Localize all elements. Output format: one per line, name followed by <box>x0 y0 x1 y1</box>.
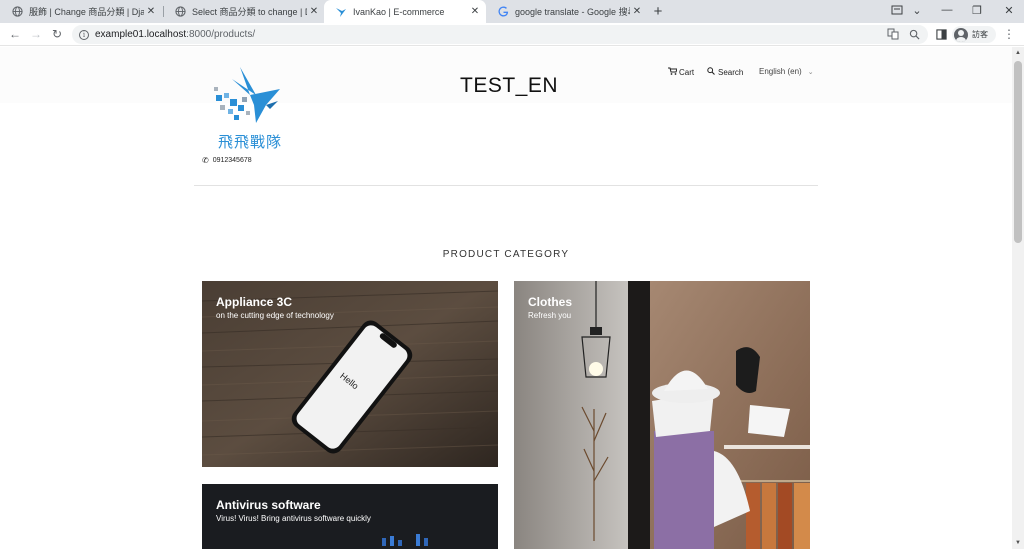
browser-tab-strip: 服飾 | Change 商品分類 | Django ✕ Select 商品分類 … <box>0 0 1024 23</box>
language-label: English (en) <box>759 67 802 76</box>
page-viewport: 飛飛戰隊 ✆ 0912345678 TEST_EN Cart Search En… <box>0 47 1012 549</box>
category-subtitle: Virus! Virus! Bring antivirus software q… <box>216 514 371 523</box>
search-label: Search <box>718 67 744 77</box>
translate-icon[interactable] <box>886 27 900 41</box>
site-logo[interactable]: 飛飛戰隊 <box>210 65 290 153</box>
tab-title: 服飾 | Change 商品分類 | Django <box>29 7 144 17</box>
category-card-appliance[interactable]: Hello Appliance 3C on the cutting edge o… <box>202 281 498 467</box>
header-divider <box>194 185 818 186</box>
url-path: :8000/products/ <box>186 29 256 40</box>
phone-icon: ✆ <box>202 156 209 165</box>
avatar-icon <box>954 27 968 42</box>
tab-title: google translate - Google 搜尋 <box>515 7 630 17</box>
search-icon <box>707 67 715 77</box>
scroll-down-arrow-icon[interactable]: ▼ <box>1012 537 1024 549</box>
scroll-up-arrow-icon[interactable]: ▲ <box>1012 47 1024 59</box>
minimize-icon[interactable]: — <box>932 0 962 20</box>
phone-contact: ✆ 0912345678 <box>202 156 252 165</box>
section-title: PRODUCT CATEGORY <box>442 249 570 260</box>
url-host: example01.localhost <box>95 29 187 40</box>
cart-icon <box>668 67 678 77</box>
reload-icon[interactable]: ↻ <box>48 25 66 43</box>
tab-close-icon[interactable]: ✕ <box>630 6 644 17</box>
tab-title: Select 商品分類 to change | Django <box>192 7 307 17</box>
tab-close-icon[interactable]: ✕ <box>144 6 158 17</box>
menu-kebab-icon[interactable]: ⋮ <box>1003 27 1015 43</box>
site-title: TEST_EN <box>460 74 559 97</box>
new-tab-button[interactable]: + <box>648 0 668 23</box>
page-scrollbar[interactable]: ▲ ▼ <box>1012 47 1024 549</box>
tab-close-icon[interactable]: ✕ <box>468 6 482 17</box>
chevron-down-icon: ⌄ <box>807 68 814 76</box>
phone-number: 0912345678 <box>212 157 252 164</box>
browser-tab[interactable]: 服飾 | Change 商品分類 | Django ✕ <box>0 0 162 23</box>
tab-close-icon[interactable]: ✕ <box>307 6 321 17</box>
profile-button[interactable]: 訪客 <box>952 26 996 43</box>
category-subtitle: on the cutting edge of technology <box>216 311 334 320</box>
category-card-antivirus[interactable]: Antivirus software Virus! Virus! Bring a… <box>202 484 498 549</box>
google-g-icon <box>497 6 509 18</box>
back-arrow-icon[interactable]: ← <box>6 25 24 43</box>
address-bar[interactable]: i example01.localhost:8000/products/ <box>72 25 928 44</box>
category-title: Appliance 3C <box>216 295 293 309</box>
browser-tab[interactable]: Select 商品分類 to change | Django ✕ <box>163 0 325 23</box>
category-subtitle: Refresh you <box>528 311 572 320</box>
close-window-icon[interactable]: ✕ <box>994 0 1024 20</box>
restore-icon[interactable]: ❐ <box>962 0 992 20</box>
browser-toolbar: ← → ↻ i example01.localhost:8000/product… <box>0 23 1024 46</box>
category-title: Clothes <box>528 295 573 309</box>
side-panel-icon[interactable] <box>934 27 948 41</box>
bird-favicon <box>335 6 347 18</box>
globe-icon <box>174 6 186 18</box>
tab-title: IvanKao | E-commerce <box>353 6 445 17</box>
browser-tab[interactable]: google translate - Google 搜尋 ✕ <box>486 0 648 23</box>
clothes-store-image <box>514 281 810 549</box>
logo-text: 飛飛戰隊 <box>217 133 282 151</box>
category-title: Antivirus software <box>216 498 321 512</box>
chevron-down-icon[interactable]: ⌄ <box>902 0 932 20</box>
cart-link[interactable]: Cart <box>668 67 694 77</box>
profile-label: 訪客 <box>972 30 988 39</box>
language-selector[interactable]: English (en) ⌄ <box>759 67 814 76</box>
category-card-clothes[interactable]: Clothes Refresh you <box>514 281 810 549</box>
cart-label: Cart <box>679 67 695 77</box>
zoom-icon[interactable] <box>907 27 921 41</box>
forward-arrow-icon[interactable]: → <box>27 25 45 43</box>
browser-tab-active[interactable]: IvanKao | E-commerce ✕ <box>324 0 486 23</box>
globe-icon <box>11 6 23 18</box>
scrollbar-thumb[interactable] <box>1014 61 1022 243</box>
site-info-icon[interactable]: i <box>79 29 89 40</box>
search-link[interactable]: Search <box>707 67 743 77</box>
